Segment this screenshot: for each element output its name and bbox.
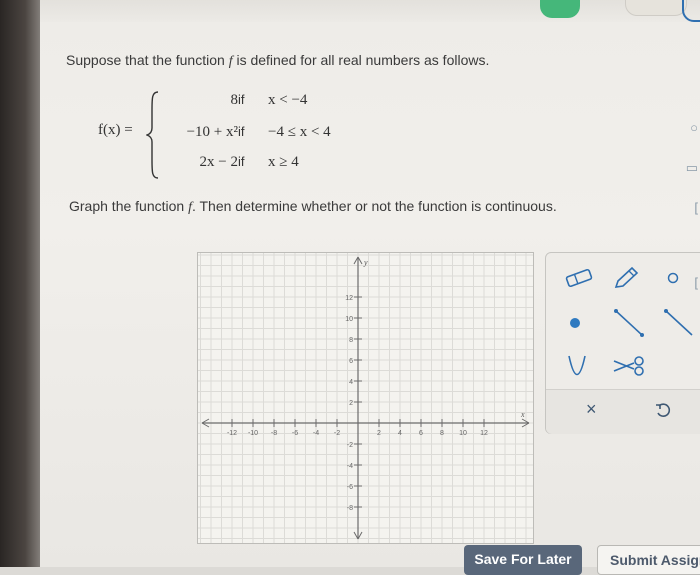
case-row: −10 + x² if −4 ≤ x < 4 <box>158 124 358 144</box>
case-condition: x < −4 <box>268 92 308 108</box>
closed-point-icon[interactable] <box>568 316 582 330</box>
y-tick-label: 10 <box>345 316 353 323</box>
open-circle-icon[interactable] <box>666 271 680 285</box>
intro-suffix: is defined for all real numbers as follo… <box>232 52 490 68</box>
x-tick-label: -4 <box>313 430 319 437</box>
case-condition: x ≥ 4 <box>268 154 299 170</box>
x-tick-label: -10 <box>248 430 258 437</box>
x-tick-label: -6 <box>292 430 298 437</box>
y-tick-label: -6 <box>347 484 353 491</box>
y-axis-label: y <box>363 258 368 267</box>
edge-icon: [ <box>694 200 698 215</box>
y-tick-label: 8 <box>349 337 353 344</box>
graph-tool-panel: × <box>545 252 700 434</box>
y-tick-label: -4 <box>347 463 353 470</box>
x-tick-label: -2 <box>334 430 340 437</box>
edge-icon: ▭ <box>685 160 698 175</box>
graph-canvas[interactable]: -12 -10 -8 -6 -4 -2 2 4 6 8 10 12 12 10 8 6 4 2 -2 -4 -6 -8 x y <box>197 252 534 544</box>
y-tick-label: -8 <box>347 505 353 512</box>
case-expression: 2x − 2 <box>199 154 238 170</box>
edge-icon: ○ <box>690 120 698 135</box>
pencil-icon[interactable] <box>612 265 640 291</box>
submit-assignment-button[interactable]: Submit Assignr <box>597 545 700 575</box>
line-segment-icon[interactable] <box>612 307 646 339</box>
case-if: if <box>238 154 245 169</box>
x-tick-label: 8 <box>440 430 444 437</box>
y-tick-label: 4 <box>349 379 353 386</box>
top-right-icon[interactable] <box>682 0 700 22</box>
scissors-icon[interactable] <box>612 355 648 377</box>
case-if: if <box>238 92 245 107</box>
x-tick-label: -12 <box>227 430 237 437</box>
x-tick-label: 6 <box>419 430 423 437</box>
intro-prefix: Suppose that the function <box>66 52 229 68</box>
instruction-text: Graph the function f. Then determine whe… <box>69 198 557 216</box>
tool-panel-footer <box>546 389 700 434</box>
x-axis-label: x <box>520 410 525 419</box>
x-tick-label: 10 <box>459 430 467 437</box>
case-row: 8 if x < −4 <box>158 92 358 112</box>
x-tick-label: 12 <box>480 430 488 437</box>
undo-icon[interactable] <box>654 401 672 419</box>
top-green-icon[interactable] <box>540 0 580 18</box>
case-expression: 8 <box>230 92 239 108</box>
case-if: if <box>238 124 245 139</box>
y-tick-label: -2 <box>347 442 353 449</box>
top-toolbar-strip <box>40 0 700 22</box>
x-icon[interactable]: × <box>586 399 597 420</box>
eraser-icon[interactable] <box>564 267 594 289</box>
y-tick-label: 2 <box>349 400 353 407</box>
coordinate-plane[interactable]: -12 -10 -8 -6 -4 -2 2 4 6 8 10 12 12 10 8 6 4 2 -2 -4 -6 -8 x y <box>198 253 533 543</box>
top-pill-icon[interactable] <box>625 0 687 16</box>
left-edge <box>0 0 42 567</box>
instruction-suffix: . Then determine whether or not the func… <box>191 198 557 214</box>
y-tick-label: 12 <box>345 295 353 302</box>
parabola-icon[interactable] <box>564 353 590 379</box>
ray-icon[interactable] <box>662 307 696 339</box>
instruction-prefix: Graph the function <box>69 198 189 214</box>
case-expression: −10 + x² <box>186 124 238 140</box>
x-tick-label: -8 <box>271 430 277 437</box>
save-for-later-button[interactable]: Save For Later <box>464 545 582 575</box>
case-condition: −4 ≤ x < 4 <box>268 124 331 140</box>
problem-statement: Suppose that the function f is defined f… <box>66 52 489 70</box>
case-row: 2x − 2 if x ≥ 4 <box>158 154 358 174</box>
edge-icon: [ <box>694 275 698 290</box>
x-tick-label: 4 <box>398 430 402 437</box>
piecewise-definition: f(x) = 8 if x < −4 −10 + x² if −4 ≤ x < … <box>98 88 358 188</box>
y-tick-label: 6 <box>349 358 353 365</box>
piecewise-lhs: f(x) = <box>98 122 133 138</box>
x-tick-label: 2 <box>377 430 381 437</box>
